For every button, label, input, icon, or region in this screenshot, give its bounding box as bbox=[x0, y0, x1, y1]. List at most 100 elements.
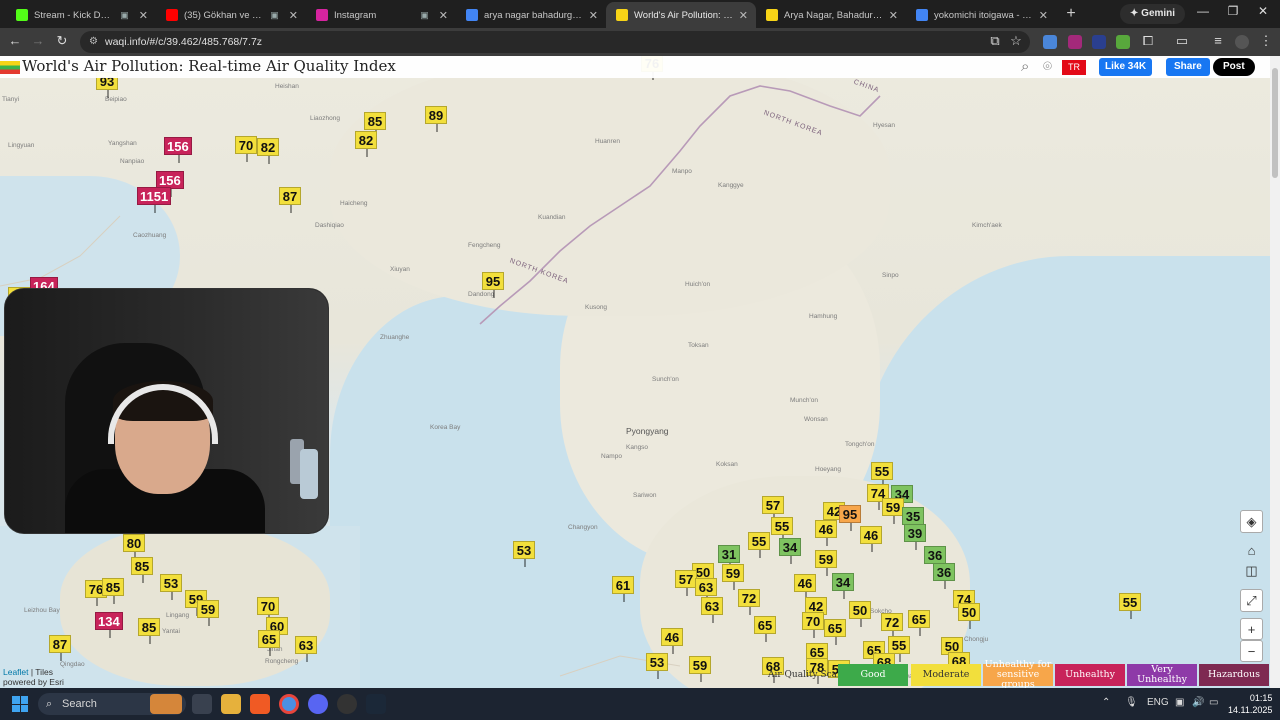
aqi-marker[interactable]: 134 bbox=[95, 612, 123, 638]
aqi-marker[interactable]: 59 bbox=[882, 498, 904, 524]
extension-icon[interactable] bbox=[1116, 35, 1130, 49]
facebook-share-button[interactable]: Share bbox=[1166, 58, 1210, 76]
browser-menu-icon[interactable]: ⋮ bbox=[1256, 33, 1276, 49]
gemini-button[interactable]: ✦ Gemini bbox=[1120, 4, 1186, 24]
tab-media-icon[interactable]: ▣ bbox=[120, 10, 129, 21]
install-app-icon[interactable]: ⧉ bbox=[985, 33, 1005, 49]
brave-icon[interactable] bbox=[250, 694, 270, 714]
reload-icon[interactable]: ↻ bbox=[52, 33, 72, 49]
aqi-marker[interactable]: 70 bbox=[802, 612, 824, 638]
aqi-marker[interactable]: 57 bbox=[675, 570, 697, 596]
tab-close-icon[interactable]: ✕ bbox=[289, 9, 298, 22]
back-icon[interactable]: ← bbox=[5, 33, 25, 48]
aqi-marker[interactable]: 59 bbox=[722, 564, 744, 590]
aqi-marker[interactable]: 82 bbox=[355, 131, 377, 157]
aqi-marker[interactable]: 82 bbox=[257, 138, 279, 164]
new-tab-button[interactable]: + bbox=[1056, 2, 1086, 28]
tab-close-icon[interactable]: ✕ bbox=[889, 9, 898, 22]
aqi-marker[interactable]: 46 bbox=[661, 628, 683, 654]
legend-level[interactable]: Unhealthy for sensitive groups bbox=[983, 660, 1053, 688]
aqi-marker[interactable]: 59 bbox=[689, 656, 711, 682]
aqi-marker[interactable]: 53 bbox=[160, 574, 182, 600]
aqi-marker[interactable]: 55 bbox=[771, 517, 793, 543]
aqi-marker[interactable]: 95 bbox=[839, 505, 861, 531]
browser-tab[interactable]: arya nagar bahadurgarh - Go ✕ bbox=[456, 2, 606, 28]
tab-close-icon[interactable]: ✕ bbox=[1039, 9, 1048, 22]
aqi-marker[interactable]: 34 bbox=[832, 573, 854, 599]
aqi-marker[interactable]: 1151 bbox=[137, 187, 172, 213]
aqi-marker[interactable]: 46 bbox=[815, 520, 837, 546]
aqi-marker[interactable]: 63 bbox=[701, 597, 723, 623]
map-page[interactable]: Tianyi Heishan Liaozhong Beipiao Lingyuan Yan… bbox=[0, 56, 1280, 688]
aqi-marker[interactable]: 65 bbox=[754, 616, 776, 642]
aqi-marker[interactable]: 80 bbox=[123, 534, 145, 560]
aqi-marker[interactable]: 34 bbox=[779, 538, 801, 564]
minimize-icon[interactable]: — bbox=[1188, 4, 1218, 18]
legend-level[interactable]: Good bbox=[838, 664, 908, 686]
aqi-marker[interactable]: 46 bbox=[860, 526, 882, 552]
tab-close-icon[interactable]: ✕ bbox=[589, 9, 598, 22]
aqi-marker[interactable]: 59 bbox=[197, 600, 219, 626]
battery-icon[interactable]: ▭ bbox=[1209, 697, 1218, 708]
camera-icon[interactable]: ◫ bbox=[1240, 560, 1263, 583]
aqi-marker[interactable]: 55 bbox=[871, 462, 893, 488]
aqi-marker[interactable]: 61 bbox=[612, 576, 634, 602]
legend-level[interactable]: Unhealthy bbox=[1055, 664, 1125, 686]
aqi-marker[interactable]: 70 bbox=[257, 597, 279, 623]
aqi-marker[interactable]: 59 bbox=[815, 550, 837, 576]
aqi-marker[interactable]: 55 bbox=[1119, 593, 1141, 619]
x-post-button[interactable]: Post bbox=[1213, 58, 1255, 76]
scroll-thumb[interactable] bbox=[1272, 68, 1278, 178]
site-info-icon[interactable]: ⚙ bbox=[89, 31, 98, 53]
extensions-puzzle-icon[interactable]: ⧠ bbox=[1138, 33, 1158, 49]
waqi-logo[interactable] bbox=[0, 61, 20, 74]
bookmark-star-icon[interactable]: ☆ bbox=[1006, 33, 1026, 49]
microphone-icon[interactable]: 🎙 bbox=[1125, 697, 1138, 708]
aqi-marker[interactable]: 46 bbox=[794, 574, 816, 600]
close-window-icon[interactable]: ✕ bbox=[1248, 4, 1278, 18]
tab-close-icon[interactable]: ✕ bbox=[739, 9, 748, 22]
browser-tab[interactable]: yokomichi itoigawa - Google ✕ bbox=[906, 2, 1056, 28]
aqi-marker[interactable]: 39 bbox=[904, 524, 926, 550]
aqi-marker[interactable]: 53 bbox=[513, 541, 535, 567]
aqi-marker[interactable]: 85 bbox=[102, 578, 124, 604]
language-flag[interactable]: TR bbox=[1062, 60, 1086, 75]
aqi-marker[interactable]: 87 bbox=[279, 187, 301, 213]
tab-media-icon[interactable]: ▣ bbox=[420, 10, 429, 21]
aqi-marker[interactable]: 57 bbox=[762, 496, 784, 522]
aqi-marker[interactable]: 95 bbox=[482, 272, 504, 298]
leaflet-link[interactable]: Leaflet bbox=[3, 667, 29, 677]
fullscreen-icon[interactable]: ⤢ bbox=[1240, 589, 1263, 612]
aqi-marker[interactable]: 87 bbox=[49, 635, 71, 661]
profile-avatar[interactable] bbox=[1235, 35, 1249, 49]
network-icon[interactable]: ▣ bbox=[1175, 697, 1184, 708]
discord-icon[interactable] bbox=[308, 694, 328, 714]
forward-icon[interactable]: → bbox=[28, 33, 48, 48]
task-view-icon[interactable] bbox=[192, 694, 212, 714]
aqi-marker[interactable]: 72 bbox=[881, 613, 903, 639]
start-icon[interactable] bbox=[12, 696, 28, 712]
search-icon[interactable]: ⌕ bbox=[1021, 58, 1029, 75]
aqi-marker[interactable]: 50 bbox=[849, 601, 871, 627]
extension-icon[interactable] bbox=[1068, 35, 1082, 49]
browser-tab[interactable]: (35) Gökhan ve Takımı Bektaş ▣ ✕ bbox=[156, 2, 306, 28]
aqi-marker[interactable]: 36 bbox=[933, 563, 955, 589]
media-controls-icon[interactable]: ≡ bbox=[1208, 33, 1228, 48]
tab-close-icon[interactable]: ✕ bbox=[439, 9, 448, 22]
legend-level[interactable]: Very Unhealthy bbox=[1127, 664, 1197, 686]
widgets-icon[interactable] bbox=[150, 694, 182, 714]
browser-tab[interactable]: World's Air Pollution: Real-tim ✕ bbox=[606, 2, 756, 28]
file-explorer-icon[interactable] bbox=[221, 694, 241, 714]
tray-overflow-icon[interactable]: ⌃ bbox=[1102, 697, 1110, 708]
page-scrollbar[interactable] bbox=[1270, 56, 1280, 688]
location-icon[interactable]: ⌾ bbox=[1043, 58, 1052, 75]
browser-tab[interactable]: Stream - Kick Dashboard ▣ ✕ bbox=[6, 2, 156, 28]
aqi-marker[interactable]: 72 bbox=[738, 589, 760, 615]
aqi-marker[interactable]: 63 bbox=[295, 636, 317, 662]
chrome-icon[interactable] bbox=[279, 694, 299, 714]
aqi-marker[interactable]: 85 bbox=[364, 112, 386, 138]
system-clock[interactable]: 01:15 14.11.2025 bbox=[1228, 692, 1272, 716]
steam-icon[interactable] bbox=[366, 694, 386, 714]
aqi-marker[interactable]: 35 bbox=[902, 507, 924, 533]
aqi-marker[interactable]: 89 bbox=[425, 106, 447, 132]
